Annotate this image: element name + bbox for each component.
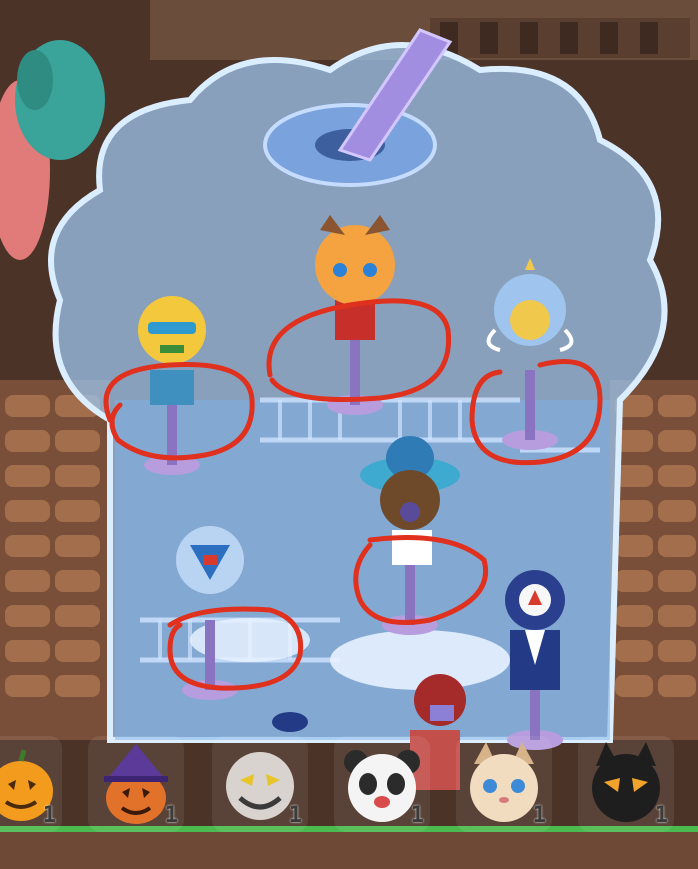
hotbar-slot-1[interactable]: 1 [0,736,62,832]
wooden-floor [0,832,698,869]
item-count: 1 [42,803,56,828]
hotbar-slot-6[interactable]: 1 [578,736,674,832]
hotbar-slot-2[interactable]: 1 [88,736,184,832]
left-pillar [0,380,110,740]
wood-plank-wall [430,18,690,58]
item-count: 1 [164,803,178,828]
inventory-hotbar: 1 1 1 1 1 1 [0,736,698,832]
small-blue-bird [272,712,308,732]
hotbar-slot-3[interactable]: 1 [212,736,308,832]
item-count: 1 [532,803,546,828]
item-count: 1 [288,803,302,828]
hotbar-slot-5[interactable]: 1 [456,736,552,832]
hotbar-slot-4[interactable]: 1 [334,736,430,832]
item-count: 1 [654,803,668,828]
item-count: 1 [410,803,424,828]
right-pillar [610,380,698,740]
